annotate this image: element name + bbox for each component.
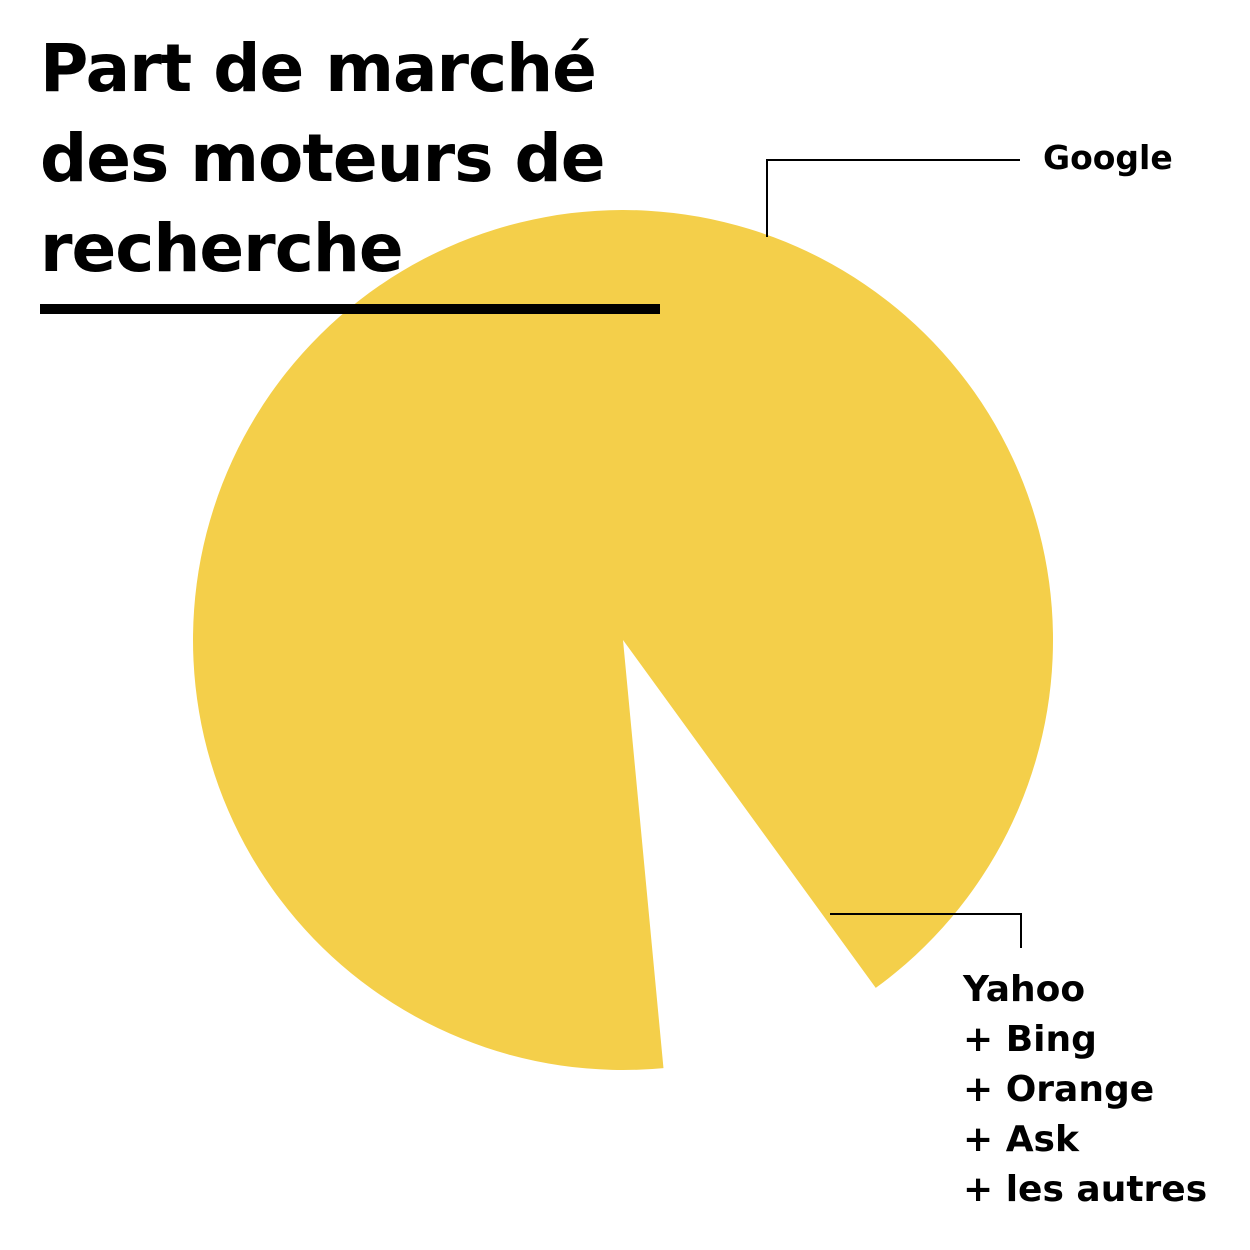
slice-label-google: Google — [1043, 138, 1173, 177]
chart-title: Part de marché des moteurs de recherche — [40, 24, 680, 294]
slice-label-others: Yahoo + Bing + Orange + Ask + les autres — [963, 965, 1207, 1215]
chart-title-line-3: recherche — [40, 210, 404, 287]
slice-label-others-line-2: + Bing — [963, 1019, 1097, 1060]
slice-label-others-line-5: + les autres — [963, 1169, 1208, 1210]
slice-label-others-line-3: + Orange — [963, 1069, 1155, 1110]
chart-title-line-1: Part de marché — [40, 30, 597, 107]
pie-slices — [193, 209, 1054, 1070]
chart-title-line-2: des moteurs de — [40, 120, 606, 197]
pie-slice-google — [193, 209, 1054, 1070]
title-underline — [40, 304, 660, 314]
slice-label-others-line-4: + Ask — [963, 1119, 1079, 1160]
google-leader-line — [766, 159, 1020, 237]
slice-label-others-line-1: Yahoo — [963, 969, 1086, 1010]
